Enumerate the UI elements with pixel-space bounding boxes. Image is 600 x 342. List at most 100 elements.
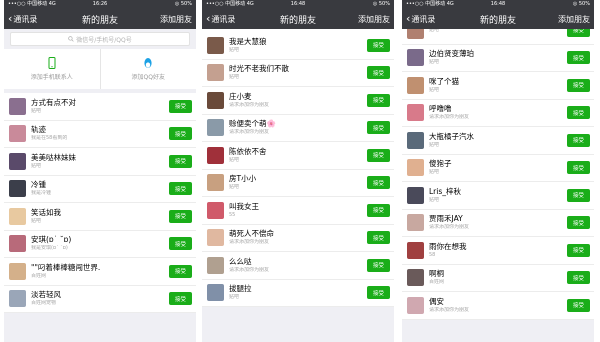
avatar[interactable] [9,97,26,115]
accept-button[interactable]: 接受 [169,99,192,113]
list-item[interactable]: 边伯贤变薄珀 贴吧 接受 [402,45,594,72]
accept-button[interactable]: 接受 [169,127,192,141]
avatar[interactable] [9,125,26,143]
avatar[interactable] [407,131,424,149]
avatar[interactable] [207,284,224,302]
search-input[interactable]: 微信号/手机号/QQ号 [10,32,190,46]
avatar[interactable] [9,180,26,198]
list-item[interactable]: 笑话如我 贴吧 接受 [4,203,196,231]
accept-button[interactable]: 接受 [567,298,590,312]
avatar[interactable] [9,235,26,253]
accept-button[interactable]: 接受 [567,188,590,202]
avatar[interactable] [9,262,26,280]
list-item[interactable]: 雨你在想我 58 接受 [402,237,594,265]
accept-button[interactable]: 接受 [567,106,590,120]
list-item[interactable]: 么么哒 请求添加你为朋友 接受 [202,252,394,280]
accept-button[interactable]: 接受 [567,216,590,230]
accept-button[interactable]: 接受 [169,154,192,168]
list-item[interactable]: ""叼着棒棒糖闯世界. 百姓网 接受 [4,258,196,286]
list-item[interactable]: 赊便卖个萌🌸 请求添加你为朋友 接受 [202,115,394,142]
list-item[interactable]: Lris_梓秋 贴吧 接受 [402,182,594,210]
avatar[interactable] [407,241,424,259]
accept-button[interactable]: 接受 [169,237,192,251]
avatar[interactable] [407,29,424,39]
list-item[interactable]: 轨迹 我是在58看到的 接受 [4,121,196,148]
request-text: 贴吧 [429,29,567,34]
list-item[interactable]: 叫我女王 55 接受 [202,197,394,225]
accept-button[interactable]: 接受 [169,264,192,278]
avatar[interactable] [9,290,26,308]
list-item[interactable]: 安琪(ɒ˙ ˘ɒ) 我是安琪(ɒ˙ ˘ɒ) 接受 [4,231,196,258]
avatar[interactable] [9,207,26,225]
avatar[interactable] [407,104,424,122]
list-item[interactable]: 淡若轻风 百姓网宠物 接受 [4,286,196,313]
list-item[interactable]: 呼噜噜 请求添加你为朋友 接受 [402,100,594,127]
avatar[interactable] [407,269,424,287]
avatar[interactable] [407,49,424,67]
accept-button[interactable]: 接受 [567,133,590,147]
avatar[interactable] [207,174,224,192]
accept-button[interactable]: 接受 [367,38,390,52]
accept-button[interactable]: 接受 [567,29,590,37]
accept-button[interactable]: 接受 [567,51,590,65]
list-item[interactable]: 咪了个猫 贴吧 接受 [402,72,594,100]
accept-button[interactable]: 接受 [367,286,390,300]
accept-button[interactable]: 接受 [367,66,390,80]
avatar[interactable] [407,159,424,177]
avatar[interactable] [207,229,224,247]
avatar[interactable] [207,36,224,54]
accept-button[interactable]: 接受 [567,78,590,92]
accept-button[interactable]: 接受 [367,203,390,217]
accept-button[interactable]: 接受 [367,148,390,162]
add-phone-contacts-button[interactable]: 添加手机联系人 [4,49,100,89]
list-item[interactable]: 大瓶橘子汽水 贴吧 接受 [402,127,594,155]
accept-button[interactable]: 接受 [169,292,192,306]
list-item[interactable]: 拔腿拉 贴吧 接受 [202,280,394,307]
accept-button[interactable]: 接受 [567,243,590,257]
request-text: 大瓶橘子汽水 贴吧 [429,132,567,149]
accept-button[interactable]: 接受 [367,258,390,272]
list-item[interactable]: 偶安 请求添加你为朋友 接受 [402,292,594,320]
request-text: 安琪(ɒ˙ ˘ɒ) 我是安琪(ɒ˙ ˘ɒ) [31,235,169,252]
add-friend-button[interactable]: 添加朋友 [558,14,590,25]
back-button[interactable]: ‹ 通讯录 [406,13,435,25]
avatar[interactable] [407,296,424,314]
avatar[interactable] [207,256,224,274]
list-item[interactable]: 时光不老我们不散 贴吧 接受 [202,60,394,87]
accept-button[interactable]: 接受 [567,271,590,285]
list-item[interactable]: 贴吧 接受 [402,29,594,45]
accept-button[interactable]: 接受 [567,161,590,175]
list-item[interactable]: 我是大慧狼 贴吧 接受 [202,32,394,60]
accept-button[interactable]: 接受 [367,231,390,245]
list-item[interactable]: 庄小麦 请求添加你为朋友 接受 [202,87,394,115]
list-item[interactable]: 陈依依不舍 贴吧 接受 [202,142,394,170]
add-friend-button[interactable]: 添加朋友 [358,14,390,25]
list-item[interactable]: 萌死人不偿命 请求添加你为朋友 接受 [202,225,394,252]
accept-button[interactable]: 接受 [367,121,390,135]
back-button[interactable]: ‹ 通讯录 [8,13,37,25]
list-item[interactable]: 方式有点不对 贴吧 接受 [4,93,196,121]
back-button[interactable]: ‹ 通讯录 [206,13,235,25]
accept-button[interactable]: 接受 [169,209,192,223]
list-item[interactable]: 啊桐 百姓网 接受 [402,265,594,292]
avatar[interactable] [207,119,224,137]
avatar[interactable] [207,64,224,82]
avatar[interactable] [407,186,424,204]
avatar[interactable] [207,91,224,109]
avatar[interactable] [9,152,26,170]
add-qq-friends-button[interactable]: 添加QQ好友 [99,49,197,89]
accept-button[interactable]: 接受 [367,93,390,107]
avatar[interactable] [407,76,424,94]
add-friend-button[interactable]: 添加朋友 [160,14,192,25]
list-item[interactable]: 房T小小 贴吧 接受 [202,170,394,197]
avatar[interactable] [207,201,224,219]
avatar[interactable] [407,214,424,232]
request-text: 时光不老我们不散 贴吧 [229,64,367,81]
list-item[interactable]: 贾雨禾JAY 请求添加你为朋友 接受 [402,210,594,237]
list-item[interactable]: 冷锺 我是冷锺 接受 [4,176,196,203]
avatar[interactable] [207,146,224,164]
accept-button[interactable]: 接受 [367,176,390,190]
accept-button[interactable]: 接受 [169,182,192,196]
list-item[interactable]: 傻狍子 贴吧 接受 [402,155,594,182]
list-item[interactable]: 美美哒林妹妹 贴吧 接受 [4,148,196,176]
